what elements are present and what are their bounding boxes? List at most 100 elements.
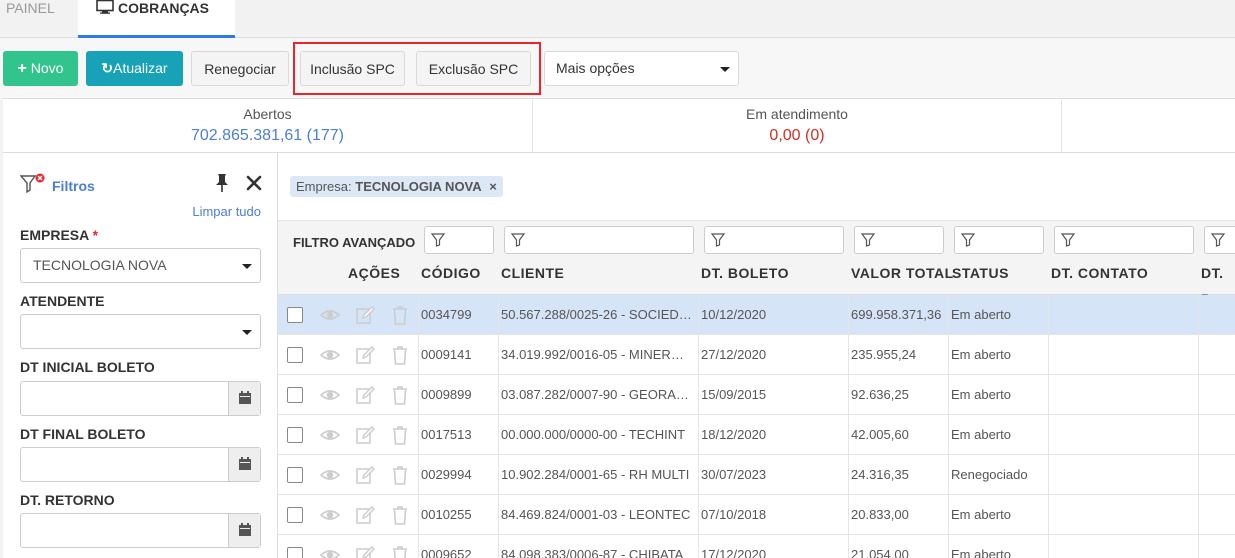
calendar-button[interactable]	[228, 382, 260, 415]
eye-icon[interactable]	[319, 385, 341, 405]
col-acoes: AÇÕES	[348, 265, 401, 281]
tab-cobrancas[interactable]: COBRANÇAS	[78, 0, 235, 38]
row-checkbox[interactable]	[287, 427, 303, 443]
pin-icon[interactable]	[214, 173, 230, 193]
summary-em-atendimento[interactable]: Em atendimento 0,00 (0)	[533, 99, 1062, 152]
table-row[interactable]: 0009141 34.019.992/0016-05 - MINERACAO 27/…	[278, 335, 1235, 375]
filter-input-codigo[interactable]	[424, 226, 494, 254]
col-codigo[interactable]: CÓDIGO	[421, 260, 481, 295]
filter-chip-empresa[interactable]: Empresa: TECNOLOGIA NOVA ×	[290, 176, 503, 197]
cell-dt-contato	[1048, 415, 1198, 455]
edit-icon[interactable]	[355, 385, 375, 405]
filters-title: Filtros	[52, 178, 95, 194]
calendar-icon	[239, 457, 251, 470]
cell-dt-boleto: 18/12/2020	[698, 415, 848, 455]
mais-opcoes-select[interactable]: Mais opções	[544, 51, 739, 86]
calendar-button[interactable]	[228, 514, 260, 547]
novo-button[interactable]: + Novo	[3, 51, 78, 86]
cell-codigo: 0009652	[418, 535, 498, 558]
edit-icon[interactable]	[355, 345, 375, 365]
col-status[interactable]: STATUS	[952, 260, 1009, 295]
calendar-button[interactable]	[228, 448, 260, 481]
filter-input-dt-p[interactable]	[1204, 226, 1235, 254]
cell-cliente: 34.019.992/0016-05 - MINERACAO	[498, 335, 698, 375]
eye-icon[interactable]	[319, 465, 341, 485]
table-row[interactable]: 0009652 84.098.383/0006-87 - CHIBATA 17/12…	[278, 535, 1235, 558]
filter-input-dt-boleto[interactable]	[704, 226, 844, 254]
advanced-filter-row: FILTRO AVANÇADO	[278, 220, 1235, 260]
cell-codigo: 0029994	[418, 455, 498, 495]
limpar-tudo-link[interactable]: Limpar tudo	[192, 204, 261, 219]
empresa-select[interactable]: TECNOLOGIA NOVA	[20, 248, 261, 283]
filter-clear-icon[interactable]	[20, 173, 46, 195]
eye-icon[interactable]	[319, 425, 341, 445]
table-header: AÇÕES CÓDIGO CLIENTE DT. BOLETO VALOR TO…	[278, 260, 1235, 307]
eye-icon[interactable]	[319, 545, 341, 558]
eye-icon[interactable]	[319, 345, 341, 365]
col-dt-boleto[interactable]: DT. BOLETO	[701, 260, 789, 295]
required-marker: *	[92, 227, 99, 243]
filter-input-status[interactable]	[954, 226, 1044, 254]
edit-icon[interactable]	[355, 545, 375, 558]
summary-abertos[interactable]: Abertos 702.865.381,61 (177)	[3, 99, 533, 152]
trash-icon[interactable]	[390, 505, 410, 525]
edit-icon[interactable]	[355, 465, 375, 485]
monitor-icon	[96, 0, 114, 14]
eye-icon[interactable]	[319, 305, 341, 325]
filter-input-cliente[interactable]	[504, 226, 694, 254]
cell-dt-p	[1198, 375, 1235, 415]
trash-icon[interactable]	[390, 425, 410, 445]
dt-final-input[interactable]	[20, 447, 261, 482]
filter-input-dt-contato[interactable]	[1054, 226, 1194, 254]
cell-codigo: 0034799	[418, 295, 498, 335]
col-dt-p[interactable]: DT. P	[1201, 260, 1235, 307]
row-checkbox[interactable]	[287, 347, 303, 363]
table-row[interactable]: 0017513 00.000.000/0000-00 - TECHINT 18/12…	[278, 415, 1235, 455]
cell-valor: 235.955,24	[848, 335, 948, 375]
tab-cobrancas-label: COBRANÇAS	[118, 0, 209, 16]
table-row[interactable]: 0010255 84.469.824/0001-03 - LEONTEC 07/10…	[278, 495, 1235, 535]
atualizar-button[interactable]: ↻Atualizar	[86, 51, 183, 86]
row-checkbox[interactable]	[287, 547, 303, 558]
atendente-label: ATENDENTE	[20, 293, 105, 309]
table-row[interactable]: 0029994 10.902.284/0001-65 - RH MULTI 30/0…	[278, 455, 1235, 495]
trash-icon[interactable]	[390, 305, 410, 325]
row-checkbox[interactable]	[287, 307, 303, 323]
close-icon[interactable]	[245, 174, 263, 192]
col-cliente[interactable]: CLIENTE	[501, 260, 564, 295]
trash-icon[interactable]	[390, 385, 410, 405]
edit-icon[interactable]	[355, 305, 375, 325]
dt-inicial-input[interactable]	[20, 381, 261, 416]
dt-retorno-input[interactable]	[20, 513, 261, 548]
empresa-select-value: TECNOLOGIA NOVA	[33, 257, 167, 273]
cell-status: Em aberto	[948, 415, 1048, 455]
cell-dt-contato	[1048, 495, 1198, 535]
trash-icon[interactable]	[390, 465, 410, 485]
cell-valor: 92.636,25	[848, 375, 948, 415]
cell-valor: 20.833,00	[848, 495, 948, 535]
table-row[interactable]: 0009899 03.087.282/0007-90 - GEORADAR 15/0…	[278, 375, 1235, 415]
eye-icon[interactable]	[319, 505, 341, 525]
atendente-select[interactable]	[20, 314, 261, 349]
row-checkbox[interactable]	[287, 467, 303, 483]
table-row[interactable]: 0034799 50.567.288/0025-26 - SOCIEDADE 10/…	[278, 295, 1235, 335]
cell-dt-p	[1198, 535, 1235, 558]
edit-icon[interactable]	[355, 505, 375, 525]
tab-painel[interactable]: PAINEL	[6, 0, 55, 38]
trash-icon[interactable]	[390, 345, 410, 365]
row-checkbox[interactable]	[287, 507, 303, 523]
filter-icon	[431, 233, 445, 247]
col-dt-contato[interactable]: DT. CONTATO	[1051, 260, 1148, 295]
filter-input-valor-total[interactable]	[854, 226, 944, 254]
edit-icon[interactable]	[355, 425, 375, 445]
trash-icon[interactable]	[390, 545, 410, 558]
row-checkbox[interactable]	[287, 387, 303, 403]
empresa-label: EMPRESA *	[20, 227, 98, 243]
renegociar-button[interactable]: Renegociar	[191, 51, 289, 86]
chevron-down-icon	[720, 67, 730, 72]
col-valor-total[interactable]: VALOR TOTAL	[851, 260, 954, 295]
advanced-filter-label: FILTRO AVANÇADO	[293, 235, 416, 250]
chip-value: TECNOLOGIA NOVA	[355, 179, 482, 194]
cell-cliente: 50.567.288/0025-26 - SOCIEDADE	[498, 295, 698, 335]
chip-remove-icon[interactable]: ×	[489, 179, 497, 194]
